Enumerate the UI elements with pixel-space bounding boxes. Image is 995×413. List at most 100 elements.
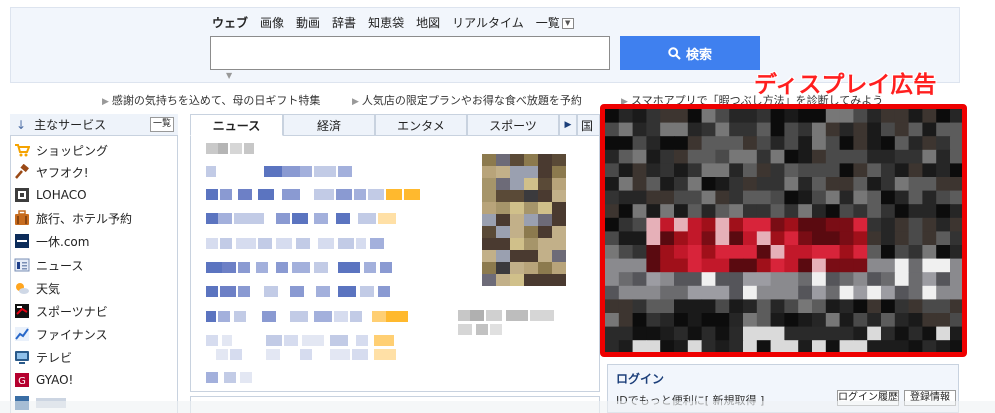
blurred-headline-segment[interactable] xyxy=(338,166,352,177)
blurred-headline-segment[interactable] xyxy=(316,286,330,297)
tab-sports[interactable]: スポーツ xyxy=(467,114,559,136)
blurred-headline-segment[interactable] xyxy=(350,311,362,322)
blurred-headline-segment[interactable] xyxy=(290,286,304,297)
search-tab-web[interactable]: ウェブ xyxy=(212,14,248,32)
blurred-headline-segment[interactable] xyxy=(238,262,250,273)
blurred-headline-segment[interactable] xyxy=(238,189,252,200)
blurred-headline-segment[interactable] xyxy=(216,349,228,360)
sidebar-item-auction[interactable]: ヤフオク! xyxy=(14,161,89,183)
sidebar-item-lohaco[interactable]: LOHACO xyxy=(14,184,87,206)
blurred-headline-segment[interactable] xyxy=(380,262,392,273)
tab-news[interactable]: ニュース xyxy=(190,114,283,136)
blurred-headline-segment[interactable] xyxy=(282,189,300,200)
blurred-headline-segment[interactable] xyxy=(230,349,242,360)
search-button[interactable]: 検索 xyxy=(620,36,760,70)
sidebar-item-travel[interactable]: 旅行、ホテル予約 xyxy=(14,207,132,229)
blurred-headline-segment[interactable] xyxy=(292,213,308,224)
blurred-headline-segment[interactable] xyxy=(330,349,350,360)
search-input[interactable] xyxy=(210,36,610,70)
blurred-headline-segment[interactable] xyxy=(370,238,384,249)
blurred-headline-segment[interactable] xyxy=(330,335,348,346)
blurred-headline-segment[interactable] xyxy=(206,286,218,297)
blurred-headline-segment[interactable] xyxy=(244,143,254,154)
tab-scroll-right-icon[interactable]: ▶ xyxy=(559,114,577,136)
blurred-headline-segment[interactable] xyxy=(206,143,218,154)
blurred-headline-segment[interactable] xyxy=(206,335,218,346)
blurred-headline-segment[interactable] xyxy=(266,335,282,346)
blurred-headline-segment[interactable] xyxy=(266,349,280,360)
blurred-headline-segment[interactable] xyxy=(218,143,228,154)
tab-partial[interactable]: 国 xyxy=(577,114,600,136)
blurred-headline-segment[interactable] xyxy=(238,286,250,297)
tab-economy[interactable]: 経済 xyxy=(283,114,375,136)
blurred-headline-segment[interactable] xyxy=(206,189,218,200)
search-tab-more[interactable]: 一覧 ▼ xyxy=(536,14,574,32)
blurred-headline-segment[interactable] xyxy=(374,349,396,360)
blurred-headline-segment[interactable] xyxy=(276,213,290,224)
sidebar-item-finance[interactable]: ファイナンス xyxy=(14,323,108,345)
blurred-headline-segment[interactable] xyxy=(258,189,274,200)
blurred-headline-segment[interactable] xyxy=(354,189,366,200)
blurred-headline-segment[interactable] xyxy=(356,335,368,346)
sidebar-item-shopping[interactable]: ショッピング xyxy=(14,139,108,161)
promo-link-restaurant[interactable]: ▶ 人気店の限定プランやお得な食べ放題を予約 xyxy=(352,92,582,108)
blurred-headline-segment[interactable] xyxy=(292,262,310,273)
blurred-headline-segment[interactable] xyxy=(276,238,292,249)
blurred-headline-segment[interactable] xyxy=(206,238,218,249)
search-tab-dictionary[interactable]: 辞書 xyxy=(332,14,356,32)
blurred-headline-segment[interactable] xyxy=(222,262,236,273)
blurred-headline-segment[interactable] xyxy=(220,286,236,297)
blurred-headline-segment[interactable] xyxy=(318,238,334,249)
sidebar-item-sportsnavi[interactable]: スポーツナビ xyxy=(14,300,108,322)
blurred-headline-segment[interactable] xyxy=(206,262,222,273)
blurred-headline-segment[interactable] xyxy=(314,311,332,322)
blurred-headline-segment[interactable] xyxy=(356,238,366,249)
sidebar-item-gyao[interactable]: G GYAO! xyxy=(14,369,73,391)
blurred-headline-segment[interactable] xyxy=(404,189,420,200)
blurred-headline-segment[interactable] xyxy=(372,311,386,322)
search-tab-chiebukuro[interactable]: 知恵袋 xyxy=(368,14,404,32)
search-tab-realtime[interactable]: リアルタイム xyxy=(452,14,524,32)
tab-entertainment[interactable]: エンタメ xyxy=(375,114,467,136)
all-services-button[interactable]: 一覧 xyxy=(150,117,174,132)
blurred-headline-segment[interactable] xyxy=(206,372,218,383)
display-ad-frame[interactable] xyxy=(600,104,967,357)
blurred-headline-segment[interactable] xyxy=(378,213,396,224)
blurred-headline-segment[interactable] xyxy=(218,213,232,224)
blurred-headline-segment[interactable] xyxy=(314,213,328,224)
blurred-headline-segment[interactable] xyxy=(284,335,298,346)
blurred-headline-segment[interactable] xyxy=(206,166,216,177)
blurred-headline-segment[interactable] xyxy=(236,238,256,249)
blurred-headline-segment[interactable] xyxy=(234,311,246,322)
blurred-headline-segment[interactable] xyxy=(314,189,334,200)
blurred-headline-segment[interactable] xyxy=(338,262,360,273)
blurred-headline-segment[interactable] xyxy=(224,372,236,383)
blurred-headline-segment[interactable] xyxy=(256,262,268,273)
blurred-headline-segment[interactable] xyxy=(368,189,384,200)
sidebar-item-news[interactable]: ニュース xyxy=(14,254,83,276)
blurred-headline-segment[interactable] xyxy=(300,349,312,360)
blurred-headline-segment[interactable] xyxy=(206,213,218,224)
blurred-headline-segment[interactable] xyxy=(302,335,324,346)
blurred-headline-segment[interactable] xyxy=(218,311,230,322)
blurred-headline-segment[interactable] xyxy=(386,311,408,322)
blurred-headline-segment[interactable] xyxy=(352,349,368,360)
blurred-headline-segment[interactable] xyxy=(276,262,288,273)
blurred-headline-segment[interactable] xyxy=(336,213,350,224)
blurred-headline-segment[interactable] xyxy=(264,166,282,177)
sidebar-item-tv[interactable]: テレビ xyxy=(14,346,72,368)
display-ad-image[interactable] xyxy=(605,109,962,352)
blurred-headline-segment[interactable] xyxy=(296,238,310,249)
blurred-headline-segment[interactable] xyxy=(262,311,276,322)
blurred-headline-segment[interactable] xyxy=(240,372,252,383)
sidebar-item-ikyu[interactable]: 一休.com xyxy=(14,230,89,252)
blurred-headline-segment[interactable] xyxy=(230,143,242,154)
blurred-headline-segment[interactable] xyxy=(222,335,232,346)
promo-link-mothers-day[interactable]: ▶ 感謝の気持ちを込めて、母の日ギフト特集 xyxy=(102,92,320,108)
blurred-headline-segment[interactable] xyxy=(360,286,374,297)
search-tab-video[interactable]: 動画 xyxy=(296,14,320,32)
blurred-headline-segment[interactable] xyxy=(290,311,308,322)
blurred-headline-segment[interactable] xyxy=(220,238,232,249)
blurred-headline-segment[interactable] xyxy=(282,166,300,177)
blurred-headline-segment[interactable] xyxy=(234,213,264,224)
